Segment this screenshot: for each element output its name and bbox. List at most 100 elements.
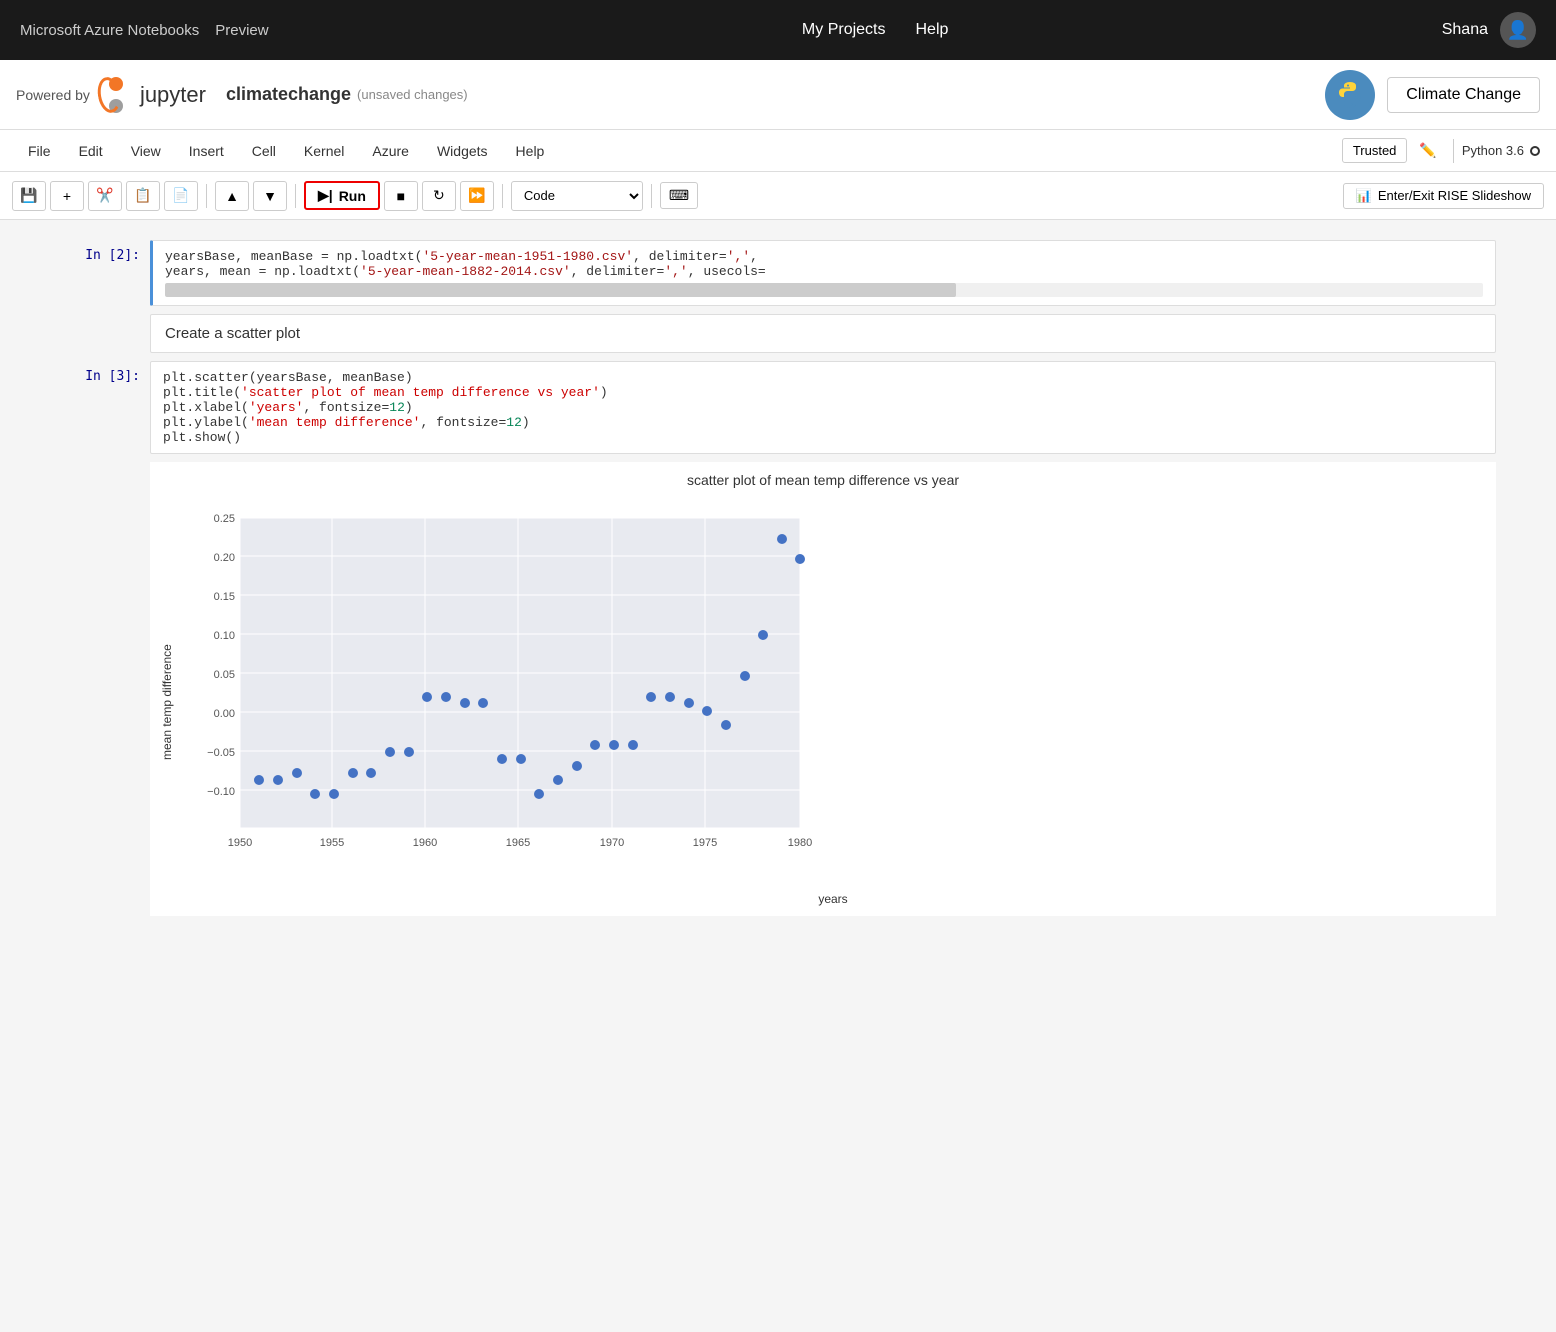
data-point xyxy=(740,671,750,681)
cell-2-label: In [3]: xyxy=(60,361,150,454)
cell-1-scrollbar[interactable] xyxy=(165,283,1483,297)
jupyter-header: Powered by jupyter climatechange (unsave… xyxy=(0,60,1556,130)
cell-1: In [2]: yearsBase, meanBase = np.loadtxt… xyxy=(60,240,1496,306)
menu-cell[interactable]: Cell xyxy=(240,137,288,165)
cell-2-line-4: plt.ylabel('mean temp difference', fonts… xyxy=(163,415,1483,430)
move-up-button[interactable]: ▲ xyxy=(215,181,249,211)
y-tick: 0.10 xyxy=(214,630,235,642)
x-tick: 1955 xyxy=(320,837,344,849)
restart-button[interactable]: ↻ xyxy=(422,181,456,211)
data-point xyxy=(441,692,451,702)
data-point xyxy=(777,534,787,544)
data-point xyxy=(254,775,264,785)
data-point xyxy=(404,747,414,757)
fast-forward-button[interactable]: ⏩ xyxy=(460,181,494,211)
rise-label: Enter/Exit RISE Slideshow xyxy=(1378,188,1531,203)
code-text: , usecols= xyxy=(688,264,766,279)
y-tick: −0.05 xyxy=(207,747,235,759)
toolbar-separator-1 xyxy=(206,184,207,208)
edit-icon-btn[interactable]: ✏️ xyxy=(1411,138,1444,163)
data-point xyxy=(497,754,507,764)
run-button[interactable]: ▶| Run xyxy=(304,181,380,210)
data-point xyxy=(553,775,563,785)
menu-edit[interactable]: Edit xyxy=(67,137,115,165)
markdown-text: Create a scatter plot xyxy=(165,325,300,342)
avatar[interactable]: 👤 xyxy=(1500,12,1536,48)
python-icon xyxy=(1335,80,1365,110)
paste-cell-button[interactable]: 📄 xyxy=(164,181,198,211)
cell-2: In [3]: plt.scatter(yearsBase, meanBase)… xyxy=(60,361,1496,454)
nav-right: Shana 👤 xyxy=(1442,12,1536,48)
menu-bar: File Edit View Insert Cell Kernel Azure … xyxy=(0,130,1556,172)
data-point xyxy=(310,789,320,799)
unsaved-label: (unsaved changes) xyxy=(357,87,468,102)
data-point xyxy=(329,789,339,799)
data-point xyxy=(460,698,470,708)
jupyter-logo-text: jupyter xyxy=(140,82,206,108)
data-point xyxy=(348,768,358,778)
menu-widgets[interactable]: Widgets xyxy=(425,137,500,165)
nav-help[interactable]: Help xyxy=(916,21,949,39)
data-point xyxy=(721,720,731,730)
data-point xyxy=(665,692,675,702)
data-point xyxy=(478,698,488,708)
data-point xyxy=(758,630,768,640)
rise-slideshow-button[interactable]: 📊 Enter/Exit RISE Slideshow xyxy=(1343,183,1544,209)
scrollbar-thumb xyxy=(165,283,956,297)
data-point xyxy=(702,706,712,716)
save-button[interactable]: 💾 xyxy=(12,181,46,211)
code-text: yearsBase, meanBase = np.loadtxt( xyxy=(165,249,422,264)
notebook-name[interactable]: climatechange xyxy=(226,84,351,105)
toolbar: 💾 + ✂️ 📋 📄 ▲ ▼ ▶| Run ■ ↻ ⏩ Code Markdow… xyxy=(0,172,1556,220)
code-string-2: ',' xyxy=(727,249,750,264)
kernel-status-circle xyxy=(1530,146,1540,156)
climate-change-button[interactable]: Climate Change xyxy=(1387,77,1540,113)
chart-wrapper: mean temp difference xyxy=(160,498,1486,906)
stop-button[interactable]: ■ xyxy=(384,181,418,211)
menu-file[interactable]: File xyxy=(16,137,63,165)
cell-type-select[interactable]: Code Markdown Raw NBConvert xyxy=(511,181,643,211)
nav-my-projects[interactable]: My Projects xyxy=(802,21,886,39)
add-cell-button[interactable]: + xyxy=(50,181,84,211)
top-navbar: Microsoft Azure Notebooks Preview My Pro… xyxy=(0,0,1556,60)
menu-help[interactable]: Help xyxy=(504,137,557,165)
data-point xyxy=(572,761,582,771)
kernel-info: Python 3.6 xyxy=(1462,143,1540,158)
code-text: , xyxy=(750,249,758,264)
y-tick: 0.25 xyxy=(214,513,235,525)
code-string-4: ',' xyxy=(664,264,687,279)
cell-1-content[interactable]: yearsBase, meanBase = np.loadtxt('5-year… xyxy=(150,240,1496,306)
username: Shana xyxy=(1442,21,1488,39)
data-point xyxy=(590,740,600,750)
code-text: years, mean = np.loadtxt( xyxy=(165,264,360,279)
cut-cell-button[interactable]: ✂️ xyxy=(88,181,122,211)
cell-2-content[interactable]: plt.scatter(yearsBase, meanBase) plt.tit… xyxy=(150,361,1496,454)
code-string-1: '5-year-mean-1951-1980.csv' xyxy=(422,249,633,264)
menu-view[interactable]: View xyxy=(119,137,173,165)
data-point xyxy=(795,554,805,564)
x-tick: 1960 xyxy=(413,837,437,849)
data-point xyxy=(366,768,376,778)
cell-1-line-2: years, mean = np.loadtxt('5-year-mean-18… xyxy=(165,264,1483,279)
copy-cell-button[interactable]: 📋 xyxy=(126,181,160,211)
cell-2-line-2: plt.title('scatter plot of mean temp dif… xyxy=(163,385,1483,400)
menu-insert[interactable]: Insert xyxy=(177,137,236,165)
cell-2-line-3: plt.xlabel('years', fontsize=12) xyxy=(163,400,1483,415)
menu-kernel[interactable]: Kernel xyxy=(292,137,356,165)
data-point xyxy=(385,747,395,757)
chart-svg: 0.25 0.20 0.15 0.10 0.05 0.00 −0.05 −0.1… xyxy=(180,498,840,888)
move-down-button[interactable]: ▼ xyxy=(253,181,287,211)
trusted-badge[interactable]: Trusted xyxy=(1342,138,1408,163)
x-tick: 1970 xyxy=(600,837,624,849)
y-tick: −0.10 xyxy=(207,786,235,798)
menu-divider xyxy=(1453,139,1454,163)
keyboard-shortcuts-button[interactable]: ⌨ xyxy=(660,182,698,209)
cell-2-line-5: plt.show() xyxy=(163,430,1483,445)
data-point xyxy=(273,775,283,785)
jupyter-logo: jupyter xyxy=(98,77,206,113)
menu-azure[interactable]: Azure xyxy=(360,137,421,165)
y-tick: 0.00 xyxy=(214,708,235,720)
data-point xyxy=(534,789,544,799)
data-point xyxy=(516,754,526,764)
chart-main: 0.25 0.20 0.15 0.10 0.05 0.00 −0.05 −0.1… xyxy=(180,498,1486,906)
